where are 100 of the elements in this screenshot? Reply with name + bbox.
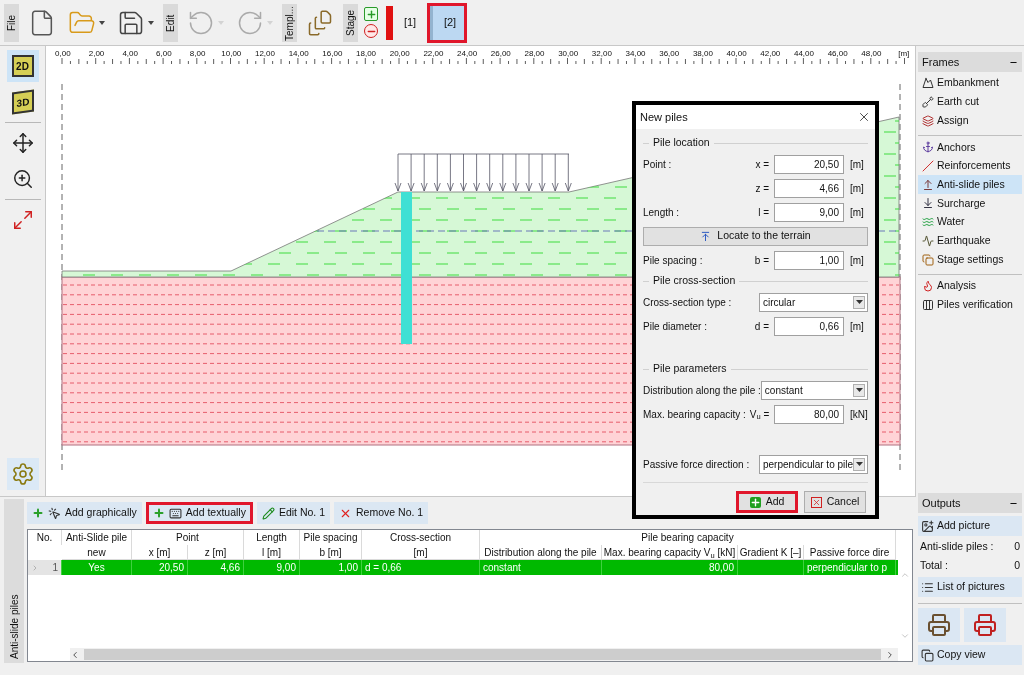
keyboard-icon (168, 506, 182, 520)
frame-item[interactable]: Stage settings (918, 250, 1022, 269)
ruler-label: 4,00 (121, 50, 139, 58)
panel-button[interactable]: Remove No. 1 (334, 502, 429, 524)
panel-button[interactable]: Add graphically (27, 502, 142, 524)
stage-marker (386, 5, 393, 40)
dialog-title: New piles (640, 109, 688, 125)
toolbar-group-label: Edit (163, 3, 178, 42)
ruler-label: 36,00 (658, 50, 681, 58)
locate-to-terrain-button[interactable]: Locate to the terrain (643, 226, 868, 246)
cross-icon (810, 496, 822, 508)
stage-tab[interactable]: [2] (427, 2, 467, 43)
plus-icon (152, 507, 165, 519)
input-field[interactable]: 1,00 (774, 250, 844, 270)
print-button[interactable] (918, 608, 960, 642)
add-picture-button[interactable]: Add picture (918, 516, 1022, 536)
list-of-pictures-button[interactable]: List of pictures (918, 577, 1022, 597)
table-cell: Yes (88, 562, 105, 573)
plus-icon (32, 507, 44, 519)
ruler-label: 8,00 (188, 50, 207, 58)
section-title: Pile parameters (653, 361, 727, 377)
caret-icon (267, 20, 273, 25)
field-label: Pile spacing : (643, 254, 703, 266)
table-row[interactable]: 1 Yes 20,50 4,66 9,00 1,00 d = 0,66 constant 80,00 perpendicular to p (28, 560, 898, 575)
frame-item[interactable]: Earthquake (918, 231, 1022, 251)
scroll-right-icon[interactable] (885, 649, 895, 660)
frame-item[interactable]: Reinforcements (918, 156, 1022, 176)
frame-item[interactable]: Surcharge (918, 194, 1022, 213)
pencil-icon (261, 506, 275, 520)
embankment-icon (922, 77, 934, 90)
unit-label: [m] (849, 319, 865, 334)
input-field[interactable]: 9,00 (774, 202, 844, 222)
table-cell: constant (483, 562, 521, 573)
ruler-label: 2,00 (87, 50, 106, 58)
move-icon (11, 132, 34, 154)
horizontal-scrollbar[interactable] (84, 649, 881, 660)
unit-label: [m] (849, 181, 865, 196)
stage-tab[interactable]: [1] (399, 2, 421, 43)
ruler-label: 34,00 (624, 50, 647, 58)
dropdown[interactable]: circular (759, 292, 868, 312)
ruler-label: 28,00 (523, 50, 546, 58)
table-cell: 20,50 (158, 562, 184, 573)
column-group-header: Anti-Slide pile (62, 530, 132, 545)
print-button[interactable] (964, 608, 1006, 642)
ruler-label: 48,00 (860, 50, 883, 58)
view-mode-button[interactable]: 2D (6, 50, 39, 82)
ruler-label: 0,00 (54, 50, 72, 58)
frame-item[interactable]: Water (918, 212, 1022, 232)
panel-button[interactable]: Add textually (145, 502, 253, 524)
input-field[interactable]: 4,66 (774, 178, 844, 198)
input-field[interactable]: 80,00 (774, 404, 845, 424)
frame-item[interactable]: Earth cut (918, 92, 1022, 112)
scroll-left-icon[interactable] (70, 649, 80, 660)
printer-icon (973, 613, 997, 637)
ruler-label: 26,00 (489, 50, 512, 58)
settings-button[interactable] (6, 458, 39, 490)
remove-stage-button[interactable] (364, 24, 378, 38)
counter-value: 0 (1014, 558, 1020, 574)
add-stage-button[interactable] (364, 7, 378, 21)
input-field[interactable]: 0,66 (774, 316, 844, 336)
frame-item[interactable]: Analysis (918, 276, 1022, 296)
unit-label: [m] (849, 205, 865, 220)
close-icon[interactable] (857, 110, 871, 124)
field-label: Passive force direction : (643, 458, 750, 470)
section-title: Pile location (653, 135, 710, 151)
field-symbol: x = (755, 157, 769, 172)
ruler-label: 44,00 (792, 50, 815, 58)
toolbar-group-label: File (4, 3, 19, 42)
table-cell-text: 1 (52, 561, 58, 575)
caret-icon (148, 20, 154, 25)
ruler-label: 24,00 (456, 50, 479, 58)
counter-label: Anti-slide piles : (920, 539, 994, 555)
caret-icon (218, 20, 224, 25)
dropdown[interactable]: perpendicular to pile (759, 454, 868, 474)
panel-tab[interactable]: Anti-slide piles (4, 499, 24, 663)
ruler-label: 10,00 (220, 50, 243, 58)
table-cell: perpendicular to p (807, 562, 888, 573)
templates-icon (306, 8, 334, 37)
add-button[interactable]: Add (736, 491, 798, 513)
plus-icon (749, 496, 761, 508)
copy-view-button[interactable]: Copy view (918, 645, 1022, 665)
input-field[interactable]: 20,50 (774, 154, 844, 174)
field-symbol: V$_{u}$ = (749, 407, 770, 422)
frame-item[interactable]: Assign (918, 111, 1022, 131)
table-cell: 4,66 (220, 562, 240, 573)
frame-item[interactable]: Piles verification (918, 295, 1022, 315)
cancel-button[interactable]: Cancel (804, 491, 866, 513)
frame-item[interactable]: Embankment (918, 74, 1022, 93)
counter-label: Total : (920, 558, 948, 574)
printer-icon (927, 613, 951, 637)
frame-item[interactable]: Anchors (918, 138, 1022, 157)
water-icon (922, 216, 934, 229)
picture-add-icon (921, 519, 934, 533)
column-group-header: Cross-section (362, 530, 480, 545)
frame-item[interactable]: Anti-slide piles (918, 175, 1022, 195)
dropdown[interactable]: constant (760, 380, 868, 400)
column-group-header: No. (28, 530, 62, 545)
panel-button[interactable]: Edit No. 1 (256, 502, 331, 524)
anchor-icon (922, 141, 934, 154)
ruler-label: 38,00 (691, 50, 714, 58)
